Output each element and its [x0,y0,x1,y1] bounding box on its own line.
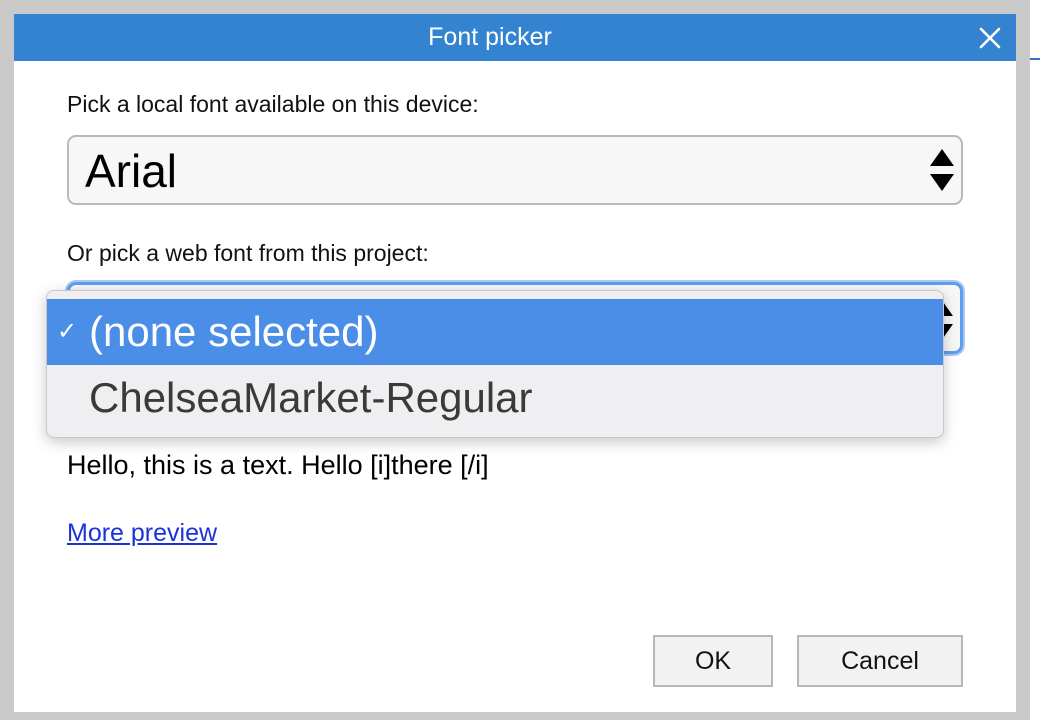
local-font-value: Arial [85,145,178,197]
more-preview-link[interactable]: More preview [67,519,217,548]
background-divider [1030,58,1040,60]
dropdown-option-chelseamarket[interactable]: ChelseaMarket-Regular [47,365,943,431]
up-down-arrows-icon [929,147,955,193]
ok-button[interactable]: OK [653,635,773,687]
local-font-label: Pick a local font available on this devi… [67,91,479,117]
dialog-titlebar: Font picker [14,14,1016,61]
checkmark-icon: ✓ [57,318,78,345]
option-label: (none selected) [89,308,379,355]
dropdown-option-none[interactable]: ✓ (none selected) [47,299,943,365]
local-font-select[interactable]: Arial [67,135,963,205]
dialog-title: Font picker [428,23,552,51]
option-label: ChelseaMarket-Regular [89,374,533,421]
font-preview-text: Hello, this is a text. Hello [i]there [/… [67,450,489,480]
cancel-button[interactable]: Cancel [797,635,963,687]
background-window [1030,0,1040,720]
font-picker-dialog: Font picker Pick a local font available … [14,14,1016,712]
web-font-dropdown: ✓ (none selected) ChelseaMarket-Regular [46,290,944,438]
web-font-label: Or pick a web font from this project: [67,240,429,266]
close-icon[interactable] [972,20,1008,56]
